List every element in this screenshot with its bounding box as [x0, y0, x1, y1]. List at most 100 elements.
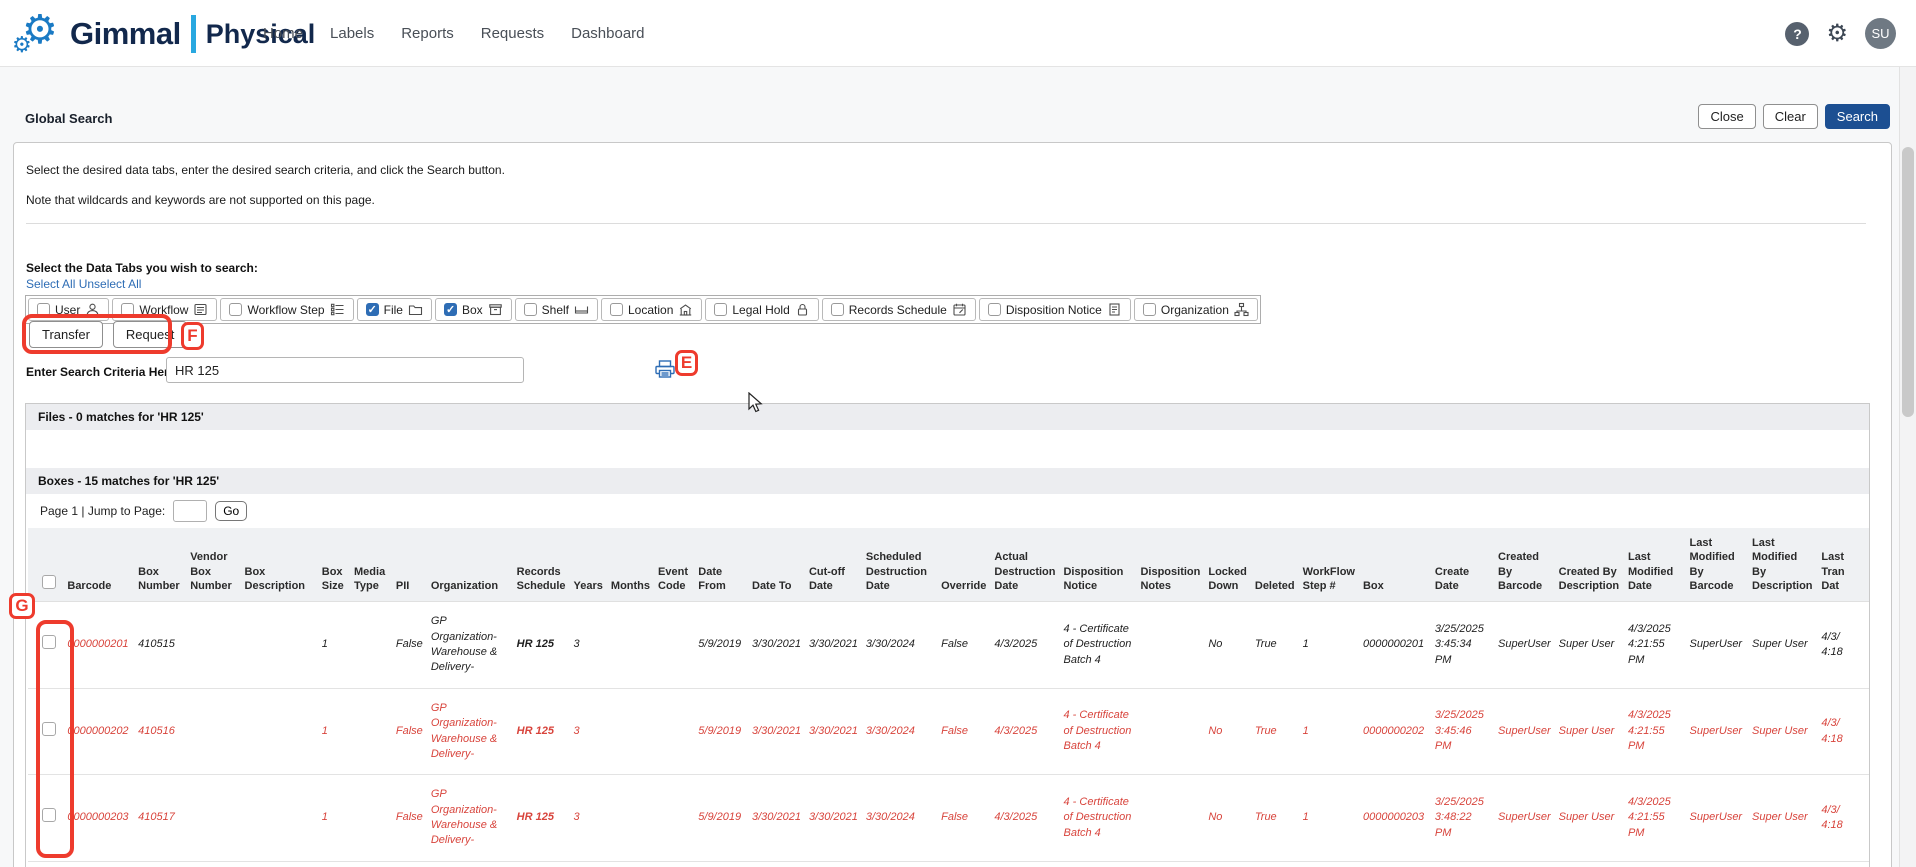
column-header: Last Modified By Description	[1752, 528, 1821, 602]
tab-location[interactable]: Location	[601, 298, 702, 321]
cell-value: GP Organization-Warehouse & Delivery-	[431, 702, 497, 760]
tab-checkbox-user[interactable]	[37, 303, 50, 316]
cell-value: 4/3/ 4:18	[1821, 631, 1842, 658]
tab-label: Organization	[1161, 303, 1229, 317]
print-icon[interactable]	[654, 359, 676, 379]
tab-checkbox-disposition-notice[interactable]	[988, 303, 1001, 316]
tab-workflow[interactable]: Workflow	[112, 298, 217, 321]
brand-divider	[191, 15, 196, 53]
nav-link-labels[interactable]: Labels	[330, 25, 374, 42]
organization-icon	[1234, 302, 1249, 317]
unselect-all-link[interactable]: Unselect All	[79, 277, 142, 291]
boxes-section-header: Boxes - 15 matches for 'HR 125'	[26, 468, 1869, 494]
close-button[interactable]: Close	[1698, 104, 1755, 129]
results-container: Files - 0 matches for 'HR 125' Boxes - 1…	[25, 403, 1870, 867]
barcode-link[interactable]: 0000000203	[67, 811, 128, 823]
help-icon[interactable]: ?	[1785, 22, 1809, 46]
tab-label: Location	[628, 303, 673, 317]
tab-checkbox-workflow-step[interactable]	[229, 303, 242, 316]
column-header: Last Tran Dat	[1821, 528, 1869, 602]
jump-to-page-input[interactable]	[173, 500, 207, 522]
row-checkbox[interactable]	[42, 808, 56, 822]
column-header: Box Size	[322, 528, 354, 602]
nav-link-requests[interactable]: Requests	[481, 25, 544, 42]
cell-value: 4/3/ 4:18	[1821, 717, 1842, 744]
cell-value: 4/3/2025	[994, 811, 1037, 823]
cell-value: True	[1255, 725, 1277, 737]
select-links: Select All Unselect All	[26, 277, 141, 291]
select-all-rows-checkbox[interactable]	[42, 575, 56, 589]
scrollbar-thumb[interactable]	[1902, 147, 1914, 417]
search-criteria-input[interactable]	[166, 357, 524, 383]
tab-checkbox-records-schedule[interactable]	[831, 303, 844, 316]
column-header: WorkFlow Step #	[1303, 528, 1363, 602]
column-header: Deleted	[1255, 528, 1303, 602]
cell-value: 5/9/2019	[698, 811, 741, 823]
avatar[interactable]: SU	[1865, 18, 1896, 49]
cell-value: SuperUser	[1498, 638, 1551, 650]
annotation-marker-g: G	[9, 593, 35, 619]
pagination-bar: Page 1 | Jump to Page: Go	[26, 494, 1869, 528]
search-criteria-label: Enter Search Criteria Here:	[26, 365, 179, 379]
row-checkbox[interactable]	[42, 635, 56, 649]
tab-label: Disposition Notice	[1006, 303, 1102, 317]
tab-disposition-notice[interactable]: Disposition Notice	[979, 298, 1131, 321]
nav-link-dashboard[interactable]: Dashboard	[571, 25, 644, 42]
cell-value: SuperUser	[1690, 811, 1743, 823]
cell-value: 3/30/2021	[752, 725, 801, 737]
search-panel: Select the desired data tabs, enter the …	[13, 142, 1892, 867]
tab-shelf[interactable]: Shelf	[515, 298, 598, 321]
tab-checkbox-box[interactable]	[444, 303, 457, 316]
cell-value: No	[1208, 811, 1222, 823]
tab-organization[interactable]: Organization	[1134, 298, 1258, 321]
tab-user[interactable]: User	[28, 298, 109, 321]
gear-icon[interactable]: ⚙	[1826, 22, 1848, 46]
go-button[interactable]: Go	[215, 501, 247, 521]
column-header: Last Modified Date	[1628, 528, 1690, 602]
table-row: 00000002034105171FalseGP Organization-Wa…	[28, 775, 1869, 862]
cell-value: 5/9/2019	[698, 638, 741, 650]
tab-checkbox-organization[interactable]	[1143, 303, 1156, 316]
tab-checkbox-workflow[interactable]	[121, 303, 134, 316]
column-header: Years	[574, 528, 611, 602]
nav-link-home[interactable]: Home	[263, 25, 303, 42]
tab-box[interactable]: Box	[435, 298, 512, 321]
disposition-notice-icon	[1107, 302, 1122, 317]
barcode-link[interactable]: 0000000202	[67, 725, 128, 737]
tab-label: Records Schedule	[849, 303, 947, 317]
cell-value: SuperUser	[1498, 725, 1551, 737]
cell-value: 3	[574, 638, 580, 650]
nav-link-reports[interactable]: Reports	[401, 25, 454, 42]
select-all-link[interactable]: Select All	[26, 277, 75, 291]
cell-value: 3/30/2024	[866, 725, 915, 737]
location-icon	[678, 302, 693, 317]
tab-workflow-step[interactable]: Workflow Step	[220, 298, 353, 321]
cell-value: Super User	[1752, 725, 1808, 737]
tab-label: User	[55, 303, 80, 317]
cell-value: 3/25/2025 3:48:22 PM	[1435, 796, 1484, 839]
tab-checkbox-shelf[interactable]	[524, 303, 537, 316]
column-header: Records Schedule	[517, 528, 574, 602]
divider	[26, 223, 1866, 224]
annotation-marker-e: E	[675, 350, 698, 376]
column-header: Last Modified By Barcode	[1690, 528, 1753, 602]
search-button[interactable]: Search	[1825, 104, 1890, 129]
tab-records-schedule[interactable]: Records Schedule	[822, 298, 976, 321]
cell-value: 4 - Certificate of Destruction Batch 4	[1063, 623, 1131, 666]
tab-file[interactable]: File	[357, 298, 432, 321]
column-header: Cut-off Date	[809, 528, 866, 602]
cell-value: Super User	[1559, 638, 1615, 650]
tab-checkbox-file[interactable]	[366, 303, 379, 316]
cell-value: 1	[322, 725, 328, 737]
transfer-button[interactable]: Transfer	[29, 321, 103, 348]
tab-checkbox-legal-hold[interactable]	[714, 303, 727, 316]
tab-legal-hold[interactable]: Legal Hold	[705, 298, 818, 321]
page-title: Global Search	[25, 111, 112, 126]
clear-button[interactable]: Clear	[1763, 104, 1818, 129]
row-checkbox[interactable]	[42, 722, 56, 736]
column-header: Scheduled Destruction Date	[866, 528, 941, 602]
barcode-link[interactable]: 0000000201	[67, 638, 128, 650]
cell-value: Super User	[1559, 811, 1615, 823]
request-button[interactable]: Request	[113, 321, 187, 348]
tab-checkbox-location[interactable]	[610, 303, 623, 316]
